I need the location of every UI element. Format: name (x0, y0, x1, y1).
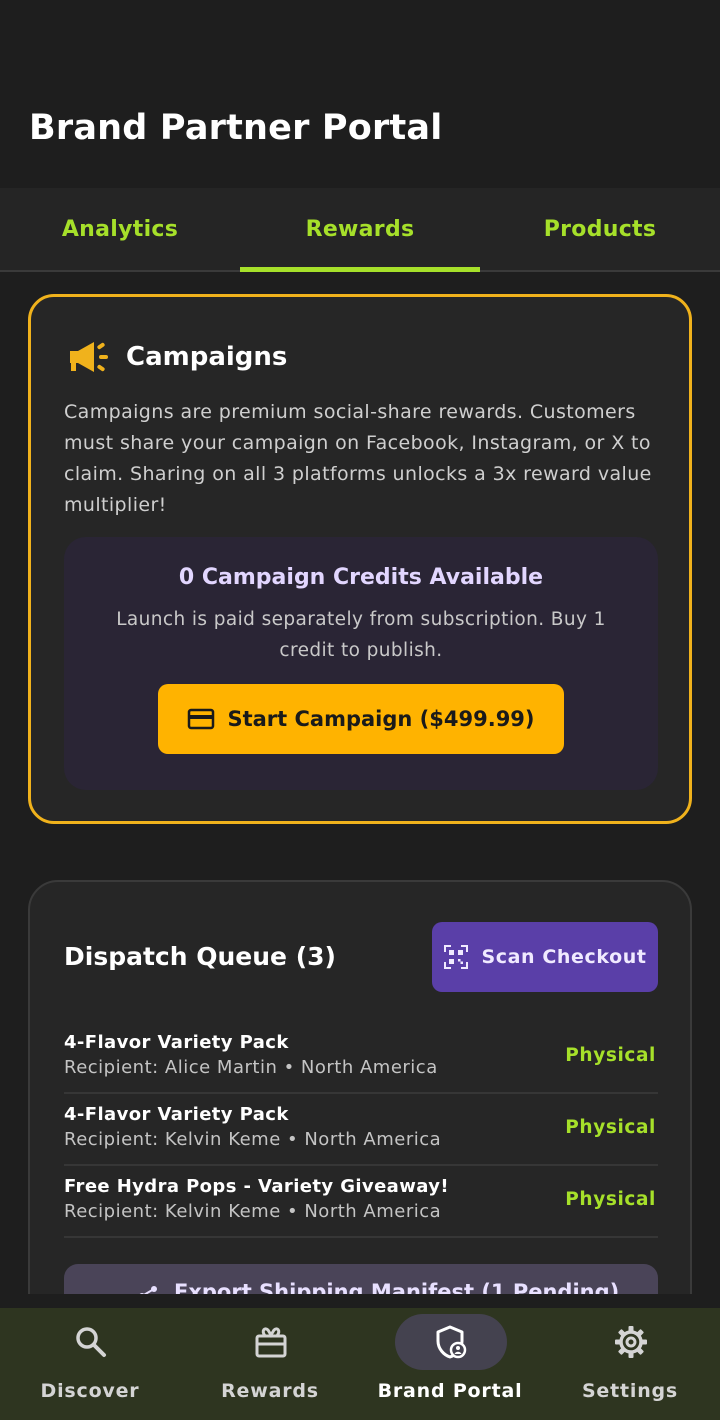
export-manifest-label: Export Shipping Manifest (1 Pending) (174, 1280, 620, 1294)
start-campaign-label: Start Campaign ($499.99) (227, 707, 535, 731)
tab-bar: Analytics Rewards Products (0, 188, 720, 272)
gear-icon (615, 1326, 647, 1358)
list-item[interactable]: 4-Flavor Variety Pack Recipient: Kelvin … (64, 1094, 658, 1166)
nav-brand-portal-pill (395, 1314, 507, 1370)
list-item[interactable]: Free Hydra Pops - Variety Giveaway! Reci… (64, 1166, 658, 1238)
item-name: 4-Flavor Variety Pack (64, 1032, 289, 1053)
campaigns-card: Campaigns Campaigns are premium social-s… (28, 294, 692, 824)
share-icon (139, 1286, 157, 1294)
nav-discover-label: Discover (40, 1380, 140, 1402)
nav-settings-label: Settings (581, 1380, 679, 1402)
nav-discover[interactable]: Discover (0, 1308, 180, 1420)
nav-settings[interactable]: Settings (540, 1308, 720, 1420)
campaigns-title: Campaigns (126, 342, 288, 372)
tab-analytics[interactable]: Analytics (0, 188, 240, 270)
credits-subtitle: Launch is paid separately from subscript… (116, 609, 606, 661)
item-type-badge: Physical (565, 1045, 656, 1066)
nav-brand-portal-label: Brand Portal (377, 1380, 523, 1402)
item-recipient: Recipient: Kelvin Keme • North America (64, 1129, 442, 1150)
scan-checkout-label: Scan Checkout (481, 946, 647, 968)
item-type-badge: Physical (565, 1189, 656, 1210)
nav-brand-portal[interactable]: Brand Portal (360, 1308, 540, 1420)
tab-products[interactable]: Products (480, 188, 720, 270)
credits-panel: 0 Campaign Credits Available Launch is p… (64, 537, 658, 790)
credits-title: 0 Campaign Credits Available (178, 565, 544, 590)
nav-rewards[interactable]: Rewards (180, 1308, 360, 1420)
start-campaign-button[interactable]: Start Campaign ($499.99) (158, 684, 564, 754)
dispatch-queue-card: Dispatch Queue (3) Scan Checkout 4-Flavo… (28, 880, 692, 1294)
export-manifest-button[interactable]: Export Shipping Manifest (1 Pending) (64, 1264, 658, 1294)
nav-discover-pill (35, 1314, 147, 1370)
gift-icon (255, 1327, 287, 1358)
megaphone-icon (70, 342, 108, 372)
item-name: Free Hydra Pops - Variety Giveaway! (64, 1176, 449, 1197)
tab-rewards[interactable]: Rewards (240, 188, 480, 272)
item-type-badge: Physical (565, 1117, 656, 1138)
nav-settings-pill (575, 1314, 687, 1370)
campaigns-description: Campaigns are premium social-share rewar… (64, 401, 652, 516)
scroll-content[interactable]: Campaigns Campaigns are premium social-s… (0, 272, 720, 1294)
bottom-navigation: Discover Rewards Brand Portal Settings (0, 1308, 720, 1420)
item-recipient: Recipient: Kelvin Keme • North America (64, 1201, 442, 1222)
search-icon (76, 1327, 106, 1357)
item-recipient: Recipient: Alice Martin • North America (64, 1057, 438, 1078)
dispatch-queue-title: Dispatch Queue (3) (64, 942, 336, 971)
nav-rewards-label: Rewards (221, 1380, 319, 1402)
nav-rewards-pill (215, 1314, 327, 1370)
campaigns-header: Campaigns (66, 337, 287, 377)
credit-card-icon (188, 708, 215, 730)
dispatch-queue-list: 4-Flavor Variety Pack Recipient: Alice M… (64, 1022, 658, 1238)
app-header: Brand Partner Portal (0, 0, 720, 188)
page-title: Brand Partner Portal (29, 108, 443, 148)
scan-checkout-button[interactable]: Scan Checkout (432, 922, 658, 992)
qr-scan-icon (444, 945, 469, 969)
shield-user-icon (436, 1325, 467, 1359)
list-item[interactable]: 4-Flavor Variety Pack Recipient: Alice M… (64, 1022, 658, 1094)
item-name: 4-Flavor Variety Pack (64, 1104, 289, 1125)
